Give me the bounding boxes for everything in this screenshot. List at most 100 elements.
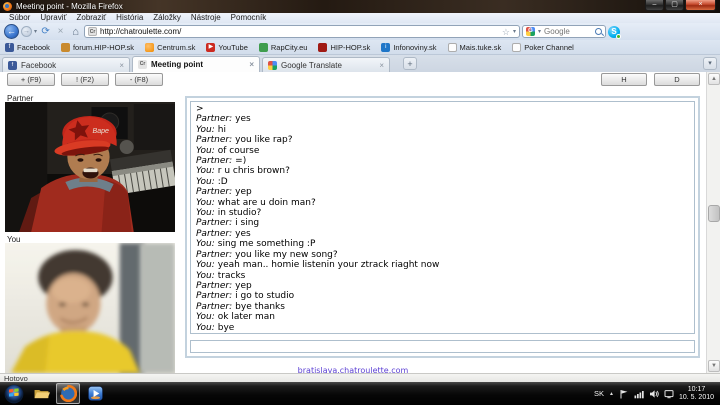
- search-bar[interactable]: G ▾: [522, 25, 607, 38]
- bookmark-favicon: ▶: [206, 42, 216, 52]
- chat-text: hi: [217, 124, 226, 135]
- bookmark-item[interactable]: Poker Channel: [512, 42, 574, 52]
- tab-close-icon[interactable]: ×: [119, 61, 124, 70]
- bookmark-favicon: [318, 42, 328, 52]
- chat-sender: You:: [196, 197, 215, 208]
- stop-icon[interactable]: ×: [54, 26, 67, 37]
- menu-item[interactable]: Upraviť: [35, 13, 71, 23]
- taskbar-clock[interactable]: 10:17 10. 5. 2010: [679, 386, 718, 402]
- system-tray: SK ▲ 10:17 10. 5. 2010: [594, 382, 718, 405]
- list-all-tabs-icon[interactable]: ▾: [703, 57, 717, 70]
- tab-close-icon[interactable]: ×: [379, 61, 384, 70]
- bookmark-item[interactable]: Mais.tuke.sk: [447, 42, 501, 52]
- taskbar-media-player-button[interactable]: [83, 383, 107, 404]
- scroll-down-icon[interactable]: ▼: [708, 360, 720, 372]
- chat-sender: You:: [196, 260, 215, 271]
- taskbar-explorer-button[interactable]: [29, 383, 53, 404]
- chat-sender: Partner:: [196, 187, 233, 198]
- chat-message: Partner: yes: [196, 114, 689, 124]
- bookmark-favicon: i: [381, 42, 391, 52]
- chatroulette-control-button[interactable]: D: [654, 73, 700, 86]
- chatroulette-control-button[interactable]: ! (F2): [61, 73, 109, 86]
- close-icon[interactable]: ×: [685, 0, 716, 11]
- tab-close-icon[interactable]: ×: [249, 60, 254, 69]
- page-scrollbar[interactable]: ▲ ▼: [706, 72, 720, 373]
- bookmark-item[interactable]: f Facebook: [5, 42, 50, 52]
- new-tab-button[interactable]: +: [403, 57, 417, 70]
- url-input[interactable]: [100, 27, 499, 36]
- browser-tab[interactable]: f Facebook ×: [2, 57, 130, 72]
- chat-message: You: in studio?: [196, 208, 689, 218]
- action-center-flag-icon[interactable]: [619, 389, 629, 399]
- chat-text: what are u doin man?: [217, 197, 316, 208]
- start-button[interactable]: [2, 383, 26, 404]
- menu-item[interactable]: História: [111, 13, 148, 23]
- chat-sender: You:: [196, 312, 215, 323]
- status-bar: Hotovo: [0, 373, 720, 383]
- home-icon[interactable]: ⌂: [69, 26, 82, 38]
- bookmark-label: HIP-HOP.sk: [330, 42, 371, 52]
- menu-item[interactable]: Zobraziť: [71, 13, 111, 23]
- window-titlebar: Meeting point - Mozilla Firefox – ▢ ×: [0, 0, 720, 13]
- network-icon[interactable]: [634, 389, 644, 399]
- chat-text: bye thanks: [235, 301, 285, 312]
- chatroulette-control-button[interactable]: + (F9): [7, 73, 55, 86]
- chat-sender: You:: [196, 208, 215, 219]
- menu-item[interactable]: Záložky: [148, 13, 186, 23]
- chat-text: you like my new song?: [235, 249, 338, 260]
- bookmark-star-icon[interactable]: ☆: [502, 27, 510, 37]
- minimize-icon[interactable]: –: [645, 0, 664, 11]
- chatroulette-control-button[interactable]: H: [601, 73, 647, 86]
- search-engine-dropdown-icon[interactable]: ▾: [538, 28, 541, 35]
- back-button[interactable]: ←: [4, 24, 19, 39]
- chat-sender: Partner:: [196, 114, 233, 125]
- bookmark-item[interactable]: RapCity.eu: [258, 42, 307, 52]
- location-bar[interactable]: Cr ☆ ▾: [84, 25, 521, 38]
- notification-app-icon[interactable]: [664, 389, 674, 399]
- chat-sender: Partner:: [196, 291, 233, 302]
- forward-button[interactable]: →: [21, 26, 32, 37]
- scrollbar-thumb[interactable]: [708, 205, 720, 222]
- browser-tab[interactable]: Google Translate ×: [262, 57, 390, 72]
- taskbar-firefox-button[interactable]: [56, 383, 80, 404]
- chat-message: You: r u chris brown?: [196, 166, 689, 176]
- chat-message: Partner: you like rap?: [196, 135, 689, 145]
- bookmark-item[interactable]: i Infonoviny.sk: [381, 42, 437, 52]
- url-dropdown-icon[interactable]: ▾: [513, 28, 516, 35]
- tab-favicon: Cr: [138, 60, 147, 69]
- chat-sender: Partner:: [196, 218, 233, 229]
- bookmark-item[interactable]: ▶ YouTube: [206, 42, 248, 52]
- bookmark-item[interactable]: Centrum.sk: [145, 42, 195, 52]
- search-input[interactable]: [544, 27, 593, 36]
- history-dropdown-icon[interactable]: ▾: [34, 28, 37, 35]
- chat-message: Partner: yep: [196, 281, 689, 291]
- maximize-icon[interactable]: ▢: [665, 0, 684, 11]
- skype-icon[interactable]: S: [608, 25, 622, 39]
- search-icon[interactable]: [595, 28, 603, 35]
- chat-text: :D: [217, 176, 228, 187]
- scroll-up-icon[interactable]: ▲: [708, 73, 720, 85]
- language-indicator[interactable]: SK: [594, 389, 604, 398]
- desktop-screen: Meeting point - Mozilla Firefox – ▢ × Sú…: [0, 0, 720, 405]
- chat-panel: > Partner: yes You: hi Partner: you like ra…: [185, 96, 700, 358]
- reload-icon[interactable]: ⟳: [39, 26, 52, 37]
- menu-item[interactable]: Súbor: [4, 13, 35, 23]
- bookmark-item[interactable]: forum.HIP-HOP.sk: [60, 42, 134, 52]
- menu-item[interactable]: Pomocník: [226, 13, 272, 23]
- bookmark-label: YouTube: [218, 42, 248, 52]
- bookmark-item[interactable]: HIP-HOP.sk: [318, 42, 371, 52]
- chat-log[interactable]: > Partner: yes You: hi Partner: you like ra…: [190, 101, 695, 334]
- site-favicon: Cr: [88, 27, 98, 36]
- menu-item[interactable]: Nástroje: [186, 13, 226, 23]
- volume-icon[interactable]: [649, 389, 659, 399]
- chat-message-input[interactable]: [190, 340, 695, 353]
- bookmark-favicon: [512, 42, 522, 52]
- chat-text: i sing: [235, 218, 260, 229]
- windows-start-icon: [4, 384, 24, 403]
- browser-tab[interactable]: Cr Meeting point ×: [132, 56, 260, 72]
- chat-sender: Partner:: [196, 228, 233, 239]
- google-icon[interactable]: G: [526, 27, 536, 36]
- hidden-icons-icon[interactable]: ▲: [609, 391, 614, 397]
- firefox-window-icon: [3, 2, 12, 11]
- chatroulette-control-button[interactable]: - (F8): [115, 73, 163, 86]
